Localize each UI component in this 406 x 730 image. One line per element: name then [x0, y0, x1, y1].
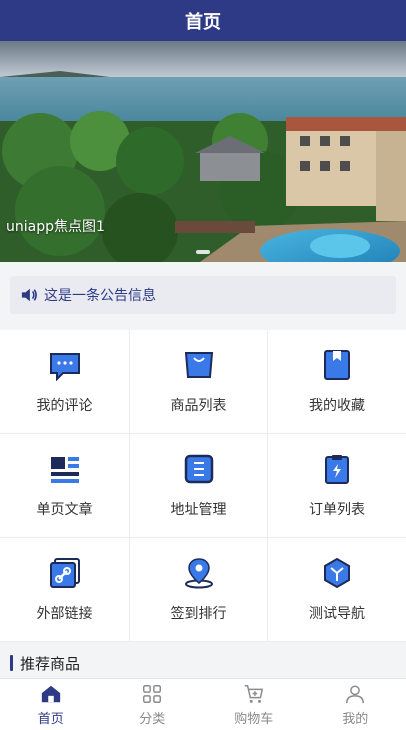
grid-label: 签到排行 [170, 605, 227, 622]
home-icon [41, 685, 60, 702]
feature-grid: 我的评论 商品列表 我的收藏 单页文章 地址管理 订单列表 外部链接 签到排行 … [0, 330, 406, 642]
bookmark-icon [324, 349, 350, 380]
grid-item-products[interactable]: 商品列表 [130, 330, 268, 434]
shopping-bag-icon [184, 351, 213, 378]
notice-text: 这是一条公告信息 [44, 288, 156, 304]
grid-item-external-link[interactable]: 外部链接 [0, 538, 130, 642]
grid-label: 外部链接 [36, 605, 93, 622]
grid-label: 商品列表 [170, 397, 227, 414]
tab-cart[interactable]: 购物车 [203, 679, 305, 730]
hexagon-icon [324, 557, 350, 588]
carousel-dot[interactable] [196, 250, 210, 254]
article-icon [50, 456, 79, 483]
cart-icon [244, 684, 263, 703]
grid-label: 我的收藏 [309, 397, 365, 414]
tab-label: 我的 [342, 711, 369, 727]
grid-item-test-nav[interactable]: 测试导航 [268, 538, 406, 642]
section-accent-bar [10, 655, 13, 671]
bottom-tab-bar: 首页 分类 购物车 我的 [0, 678, 406, 730]
grid-label: 地址管理 [170, 501, 227, 518]
tab-mine[interactable]: 我的 [305, 679, 406, 730]
grid-item-checkin-ranking[interactable]: 签到排行 [130, 538, 268, 642]
tab-home[interactable]: 首页 [0, 679, 102, 730]
comment-icon [49, 352, 80, 381]
banner-carousel[interactable]: uniapp焦点图1 [0, 41, 406, 262]
link-icon [49, 557, 80, 588]
app-header: 首页 [0, 0, 406, 41]
page-title: 首页 [185, 11, 221, 33]
category-icon [143, 684, 162, 703]
grid-label: 我的评论 [36, 397, 93, 414]
grid-label: 单页文章 [36, 501, 93, 518]
grid-item-comments[interactable]: 我的评论 [0, 330, 130, 434]
grid-item-orders[interactable]: 订单列表 [268, 434, 406, 538]
banner-caption: uniapp焦点图1 [6, 219, 105, 235]
grid-label: 测试导航 [309, 605, 365, 622]
grid-item-favorites[interactable]: 我的收藏 [268, 330, 406, 434]
tab-label: 购物车 [234, 711, 274, 727]
speaker-icon [21, 288, 37, 302]
grid-label: 订单列表 [309, 501, 365, 518]
tab-label: 首页 [37, 711, 64, 727]
notice-bar[interactable]: 这是一条公告信息 [10, 276, 396, 314]
order-list-icon [325, 454, 349, 484]
location-pin-icon [184, 557, 213, 588]
address-icon [184, 454, 213, 483]
section-title: 推荐商品 [20, 654, 81, 673]
tab-category[interactable]: 分类 [102, 679, 204, 730]
grid-item-articles[interactable]: 单页文章 [0, 434, 130, 538]
user-icon [346, 684, 365, 703]
grid-item-address[interactable]: 地址管理 [130, 434, 268, 538]
tab-label: 分类 [139, 711, 166, 727]
carousel-indicator [196, 250, 210, 254]
